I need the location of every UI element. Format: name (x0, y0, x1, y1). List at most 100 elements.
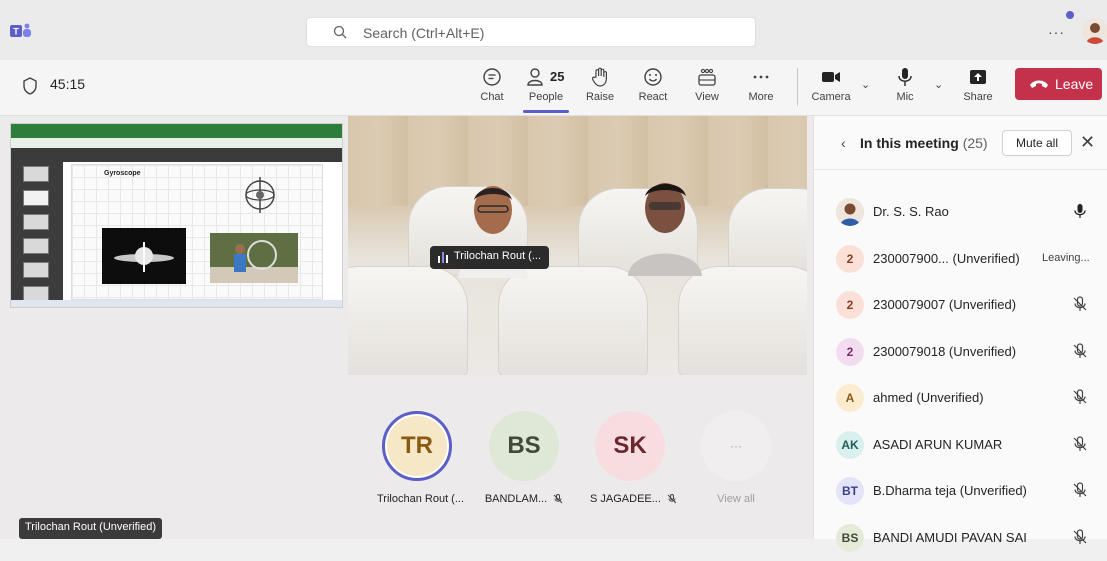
share-button[interactable]: Share (955, 64, 1001, 112)
wood-wall (348, 116, 807, 206)
shared-app-ribbon (11, 148, 342, 162)
mic-options-chevron-icon[interactable]: ⌄ (934, 78, 943, 91)
avatar-initials: SK (613, 432, 647, 459)
camera-button[interactable]: Camera (808, 64, 854, 112)
search-box[interactable]: Search (Ctrl+Alt+E) (306, 17, 756, 47)
slide-photo (210, 233, 298, 283)
view-icon (698, 68, 716, 86)
mic-off-icon[interactable] (1072, 389, 1088, 405)
participant-row[interactable]: Aahmed (Unverified) (814, 375, 1107, 421)
raise-label: Raise (585, 91, 615, 103)
chat-button[interactable]: Chat (469, 64, 515, 112)
react-button[interactable]: React (630, 64, 676, 112)
back-chevron-icon[interactable]: ‹ (841, 135, 846, 151)
share-icon (970, 70, 986, 84)
people-panel-header: ‹ In this meeting (25) Mute all ✕ (814, 116, 1107, 170)
user-avatar[interactable] (1082, 18, 1107, 44)
participant-row[interactable]: Dr. S. S. Rao (814, 189, 1107, 235)
microphone-icon[interactable] (1072, 203, 1088, 219)
mic-off-icon[interactable] (1072, 296, 1088, 312)
shield-icon (23, 77, 37, 95)
avatar: BS (489, 411, 559, 481)
participant-avatar: BS (836, 523, 864, 552)
participant-name: ahmed (Unverified) (873, 390, 984, 405)
participant-row[interactable]: BS BANDI AMUDI PAVAN SAI (814, 515, 1107, 561)
participant-tile[interactable]: BS BANDLAM... (484, 411, 564, 505)
participant-name: Trilochan Rout (... (377, 493, 465, 505)
people-button[interactable]: 25 People (523, 64, 569, 112)
notification-dot (1066, 11, 1074, 19)
participant-name: ASADI ARUN KUMAR (873, 436, 1003, 452)
panel-title: In this meeting (25) (860, 135, 988, 151)
teams-logo-icon[interactable]: T (10, 22, 32, 40)
participant-row[interactable]: BT B.Dharma teja (Unverified) (814, 468, 1107, 514)
user-avatar-icon (1082, 18, 1107, 44)
participant-avatar: BT (836, 477, 864, 505)
slide-thumbnail (23, 190, 49, 206)
more-options-icon[interactable]: ··· (1048, 24, 1065, 40)
shared-browser-tabs (11, 124, 342, 138)
meeting-toolbar: 45:15 Chat 25 People Raise React View Mo… (0, 60, 1107, 116)
speaker-name-tag: Trilochan Rout (... (430, 246, 550, 269)
camera-options-chevron-icon[interactable]: ⌄ (861, 78, 870, 91)
search-input[interactable]: Search (Ctrl+Alt+E) (363, 25, 484, 41)
meeting-timer: 45:15 (50, 76, 86, 92)
view-label: View (695, 91, 719, 103)
avatar-initials: TR (401, 432, 433, 459)
mic-button[interactable]: Mic (882, 64, 928, 112)
participant-tile[interactable]: SK S JAGADEE... (590, 411, 677, 505)
gyroscope-icon (245, 177, 275, 213)
panel-title-text: In this meeting (860, 135, 959, 151)
participant-avatar: A (836, 384, 864, 412)
participant-row[interactable]: 2 2300079018 (Unverified) (814, 329, 1107, 375)
mic-off-icon[interactable] (1072, 482, 1088, 498)
spinning-top-icon (114, 242, 174, 272)
screen-share-view[interactable]: Gyroscope (10, 123, 343, 308)
mute-all-button[interactable]: Mute all (1002, 130, 1072, 156)
raise-hand-button[interactable]: Raise (577, 64, 623, 112)
participant-video[interactable] (348, 116, 807, 375)
more-button[interactable]: More (738, 64, 784, 112)
participant-avatar: 2 (836, 337, 864, 366)
mic-off-icon[interactable] (1072, 342, 1088, 359)
view-all-dots: ··· (730, 439, 742, 453)
avatar: TR (382, 411, 452, 481)
avatar: SK (595, 411, 665, 481)
slide-thumbnail (23, 262, 49, 278)
participant-name: B.Dharma teja (Unverified) (873, 483, 1027, 498)
leave-button[interactable]: Leave (1015, 68, 1102, 100)
react-label: React (638, 91, 668, 103)
title-bar: T Search (Ctrl+Alt+E) ··· (0, 0, 1107, 60)
slide-title: Gyroscope (104, 170, 141, 177)
search-icon (333, 25, 347, 39)
close-icon[interactable]: ✕ (1080, 132, 1095, 153)
participant-row[interactable]: 2 230007900... (Unverified) Leaving... (814, 236, 1107, 282)
more-icon (753, 75, 769, 79)
view-all-label: View all (717, 493, 755, 505)
mic-label: Mic (896, 91, 914, 103)
hand-icon (591, 67, 607, 87)
avatar-initials: BS (507, 432, 541, 459)
people-panel: ‹ In this meeting (25) Mute all ✕ Dr. S.… (813, 116, 1107, 552)
participant-name: 2300079007 (Unverified) (873, 297, 1017, 312)
toolbar-divider (797, 68, 798, 106)
participant-name: 2300079018 (Unverified) (873, 343, 1017, 359)
shared-slide: Gyroscope (71, 164, 323, 300)
camera-icon (822, 72, 840, 82)
screenshare-name-tag: Trilochan Rout (Unverified) (19, 518, 163, 539)
shared-taskbar (11, 300, 342, 307)
mic-off-icon[interactable] (1072, 435, 1088, 452)
participant-tile[interactable]: TR Trilochan Rout (... (377, 411, 464, 505)
chair (498, 266, 648, 375)
view-button[interactable]: View (684, 64, 730, 112)
slide-thumbnail (23, 166, 49, 182)
camera-label: Camera (811, 91, 851, 103)
view-all-tile[interactable]: ··· View all (696, 411, 776, 505)
participant-row[interactable]: 2 2300079007 (Unverified) (814, 282, 1107, 328)
speaking-indicator-icon (438, 252, 448, 263)
person-with-wheel-icon (210, 233, 298, 283)
chair (678, 266, 807, 375)
participant-row[interactable]: AK ASADI ARUN KUMAR (814, 422, 1107, 468)
participant-name: Dr. S. S. Rao (873, 204, 949, 219)
mic-off-icon[interactable] (1072, 528, 1088, 545)
